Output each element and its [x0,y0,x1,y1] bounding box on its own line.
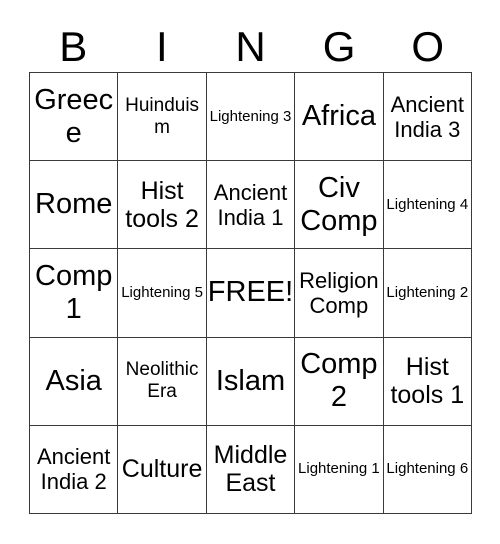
bingo-cell-label: Greece [34,83,114,149]
bingo-cell-label: Lightening 6 [386,460,469,478]
bingo-cell-label: Lightening 2 [386,283,469,301]
bingo-header: BINGO [29,12,472,70]
bingo-cell-label: Hist tools 1 [390,353,465,410]
bingo-cell-label: Neolithic Era [125,359,199,403]
bingo-header-letter-g: G [322,23,356,70]
bingo-cell-label: Ancient India 2 [37,444,111,495]
bingo-cell[interactable]: Middle East [206,425,296,514]
bingo-cell-label: Huinduism [125,94,200,138]
bingo-cell[interactable]: Lightening 4 [383,161,472,250]
bingo-cell[interactable]: Asia [30,337,119,426]
bingo-cell[interactable]: Lightening 5 [118,249,207,338]
bingo-cell-label: Africa [301,100,376,133]
bingo-cell-label: Culture [121,455,203,484]
bingo-cell[interactable]: Lightening 2 [383,249,472,338]
bingo-cell[interactable]: Lightening 3 [206,73,296,162]
bingo-cell-label: Lightening 3 [209,107,292,125]
bingo-cell-label: Islam [215,364,286,397]
bingo-cell-label: Lightening 1 [298,460,380,478]
bingo-header-letter-o: O [411,23,444,70]
bingo-header-letter-n: N [235,23,266,70]
bingo-cell-label: Lightening 5 [121,283,203,301]
bingo-cell[interactable]: Hist tools 2 [118,161,207,250]
bingo-cell-label: Rome [35,188,113,221]
bingo-cell[interactable]: Africa [295,73,384,162]
bingo-cell-label: Lightening 4 [386,195,469,213]
bingo-cell[interactable]: Hist tools 1 [383,337,472,426]
bingo-cell[interactable]: Comp 2 [295,337,384,426]
bingo-cell-label: Asia [45,364,102,397]
bingo-cell[interactable]: Huinduism [118,73,207,162]
bingo-cell-label: Civ Comp [300,171,378,237]
bingo-cell[interactable]: Religion Comp [295,249,384,338]
bingo-cell-label: Comp 1 [35,259,113,325]
bingo-header-letter-i: I [156,23,168,70]
bingo-cell[interactable]: Rome [30,161,119,250]
bingo-cell-label: Ancient India 1 [213,179,288,230]
bingo-cell[interactable]: Neolithic Era [118,337,207,426]
bingo-cell-label: FREE! [207,276,294,309]
bingo-cell-label: Middle East [213,441,288,498]
bingo-card: B I N G O Greece Huinduism Lightening 3 Africa A… [0,0,500,544]
bingo-cell-label: Hist tools 2 [125,176,199,233]
bingo-cell-label: Comp 2 [300,348,378,414]
bingo-cell[interactable]: Greece [30,73,119,162]
bingo-free-cell[interactable]: FREE! [206,249,296,338]
bingo-cell[interactable]: Civ Comp [295,161,384,250]
bingo-cell-label: Religion Comp [299,267,379,318]
bingo-cell[interactable]: Ancient India 3 [383,73,472,162]
bingo-cell[interactable]: Ancient India 2 [30,425,119,514]
bingo-cell-label: Ancient India 3 [390,91,464,142]
bingo-header-letter-b: B [59,23,88,70]
bingo-cell[interactable]: Islam [206,337,296,426]
bingo-grid: Greece Huinduism Lightening 3 Africa Ancient… [29,72,472,514]
bingo-cell[interactable]: Culture [118,425,207,514]
bingo-cell[interactable]: Lightening 1 [295,425,384,514]
bingo-cell[interactable]: Lightening 6 [383,425,472,514]
bingo-cell[interactable]: Comp 1 [30,249,119,338]
bingo-cell[interactable]: Ancient India 1 [206,161,296,250]
